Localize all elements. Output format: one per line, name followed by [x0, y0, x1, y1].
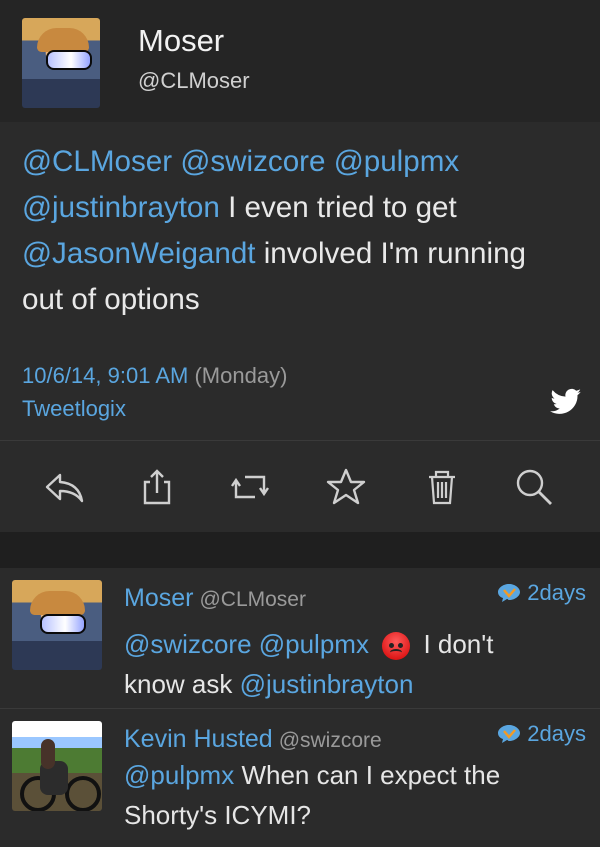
tweet-avatar[interactable]	[12, 580, 102, 670]
share-icon	[143, 469, 171, 505]
tweet-actions-bar	[0, 440, 600, 533]
mention-clmoser[interactable]: @CLMoser	[22, 145, 172, 178]
profile-name: Moser	[138, 23, 225, 58]
profile-header: Moser @CLMoser	[0, 0, 600, 122]
tweet-time-label: 2days	[527, 580, 586, 605]
trash-icon	[429, 470, 455, 505]
star-icon	[326, 468, 366, 505]
avatar-hair-shape	[37, 28, 89, 52]
avatar-sunglasses-shape	[46, 50, 92, 70]
tweet-timestamp: 10/6/14, 9:01 AM (Monday)	[22, 363, 287, 389]
mention-jasonweigandt[interactable]: @JasonWeigandt	[22, 237, 256, 270]
mention-justinbrayton[interactable]: @justinbrayton	[22, 191, 220, 224]
tweet-body: @swizcore @pulpmx I don't know ask @just…	[124, 624, 584, 704]
tweet-author-handle: @swizcore	[278, 729, 382, 752]
tweet-time-label: 2days	[527, 721, 586, 746]
mention-swizcore[interactable]: @swizcore	[180, 145, 325, 178]
tweet-mentions[interactable]: @swizcore @pulpmx	[124, 629, 369, 659]
main-tweet-text: @CLMoser @swizcore @pulpmx @justinbrayton…	[22, 139, 567, 323]
tweet-time: 2days	[497, 721, 586, 747]
tweet-text-line-2: know ask	[124, 669, 240, 699]
tweet-author-name: Kevin Husted	[124, 725, 273, 753]
tweet-author-handle: @CLMoser	[199, 588, 306, 611]
main-tweet: @CLMoser @swizcore @pulpmx @justinbrayton…	[0, 122, 600, 440]
search-icon	[516, 469, 552, 505]
tweet-mention[interactable]: @pulpmx	[124, 760, 234, 790]
delete-button[interactable]	[420, 465, 464, 509]
tweet-text: I don't	[423, 629, 494, 659]
tweet-weekday: (Monday)	[194, 363, 288, 388]
tweet-mention[interactable]: @justinbrayton	[240, 669, 414, 699]
angry-mouth-shape	[390, 649, 403, 656]
avatar-hair-shape	[30, 591, 85, 615]
timeline-tweet[interactable]: Moser @CLMoser 2days @swizcore @pulpmx I …	[0, 568, 600, 708]
tweet-author-name: Moser	[124, 584, 194, 612]
tweet-author[interactable]: Moser @CLMoser	[124, 584, 306, 613]
tweet-body: @pulpmx When can I expect the Shorty's I…	[124, 755, 584, 835]
tweet-avatar[interactable]	[12, 721, 102, 811]
avatar-sunglasses-shape	[40, 614, 86, 634]
tweet-author[interactable]: Kevin Husted @swizcore	[124, 725, 382, 754]
reply-button[interactable]	[42, 465, 86, 509]
avatar-rider-shape	[41, 739, 55, 769]
text-space-2	[325, 145, 333, 178]
tweet-time: 2days	[497, 580, 586, 606]
profile-avatar[interactable]	[22, 18, 100, 108]
retweet-button[interactable]	[228, 465, 272, 509]
share-button[interactable]	[135, 465, 179, 509]
retweet-icon	[231, 475, 269, 499]
avatar-wheel-shape	[65, 776, 101, 811]
conversation-bubble-icon[interactable]	[497, 583, 521, 603]
reply-icon	[45, 473, 84, 503]
search-button[interactable]	[512, 465, 556, 509]
mention-pulpmx[interactable]: @pulpmx	[334, 145, 459, 178]
angry-face-icon	[382, 632, 411, 661]
twitter-bird-icon	[550, 388, 581, 414]
favorite-button[interactable]	[324, 465, 368, 509]
tweet-client-link[interactable]: Tweetlogix	[22, 396, 126, 422]
profile-handle: @CLMoser	[138, 68, 250, 93]
main-tweet-text-part-1: I even tried to get	[219, 191, 457, 224]
section-divider	[0, 532, 600, 568]
conversation-bubble-icon[interactable]	[497, 724, 521, 744]
tweet-date: 10/6/14, 9:01 AM	[22, 363, 189, 388]
timeline-tweet[interactable]: Kevin Husted @swizcore 2days @pulpmx When…	[0, 708, 600, 847]
